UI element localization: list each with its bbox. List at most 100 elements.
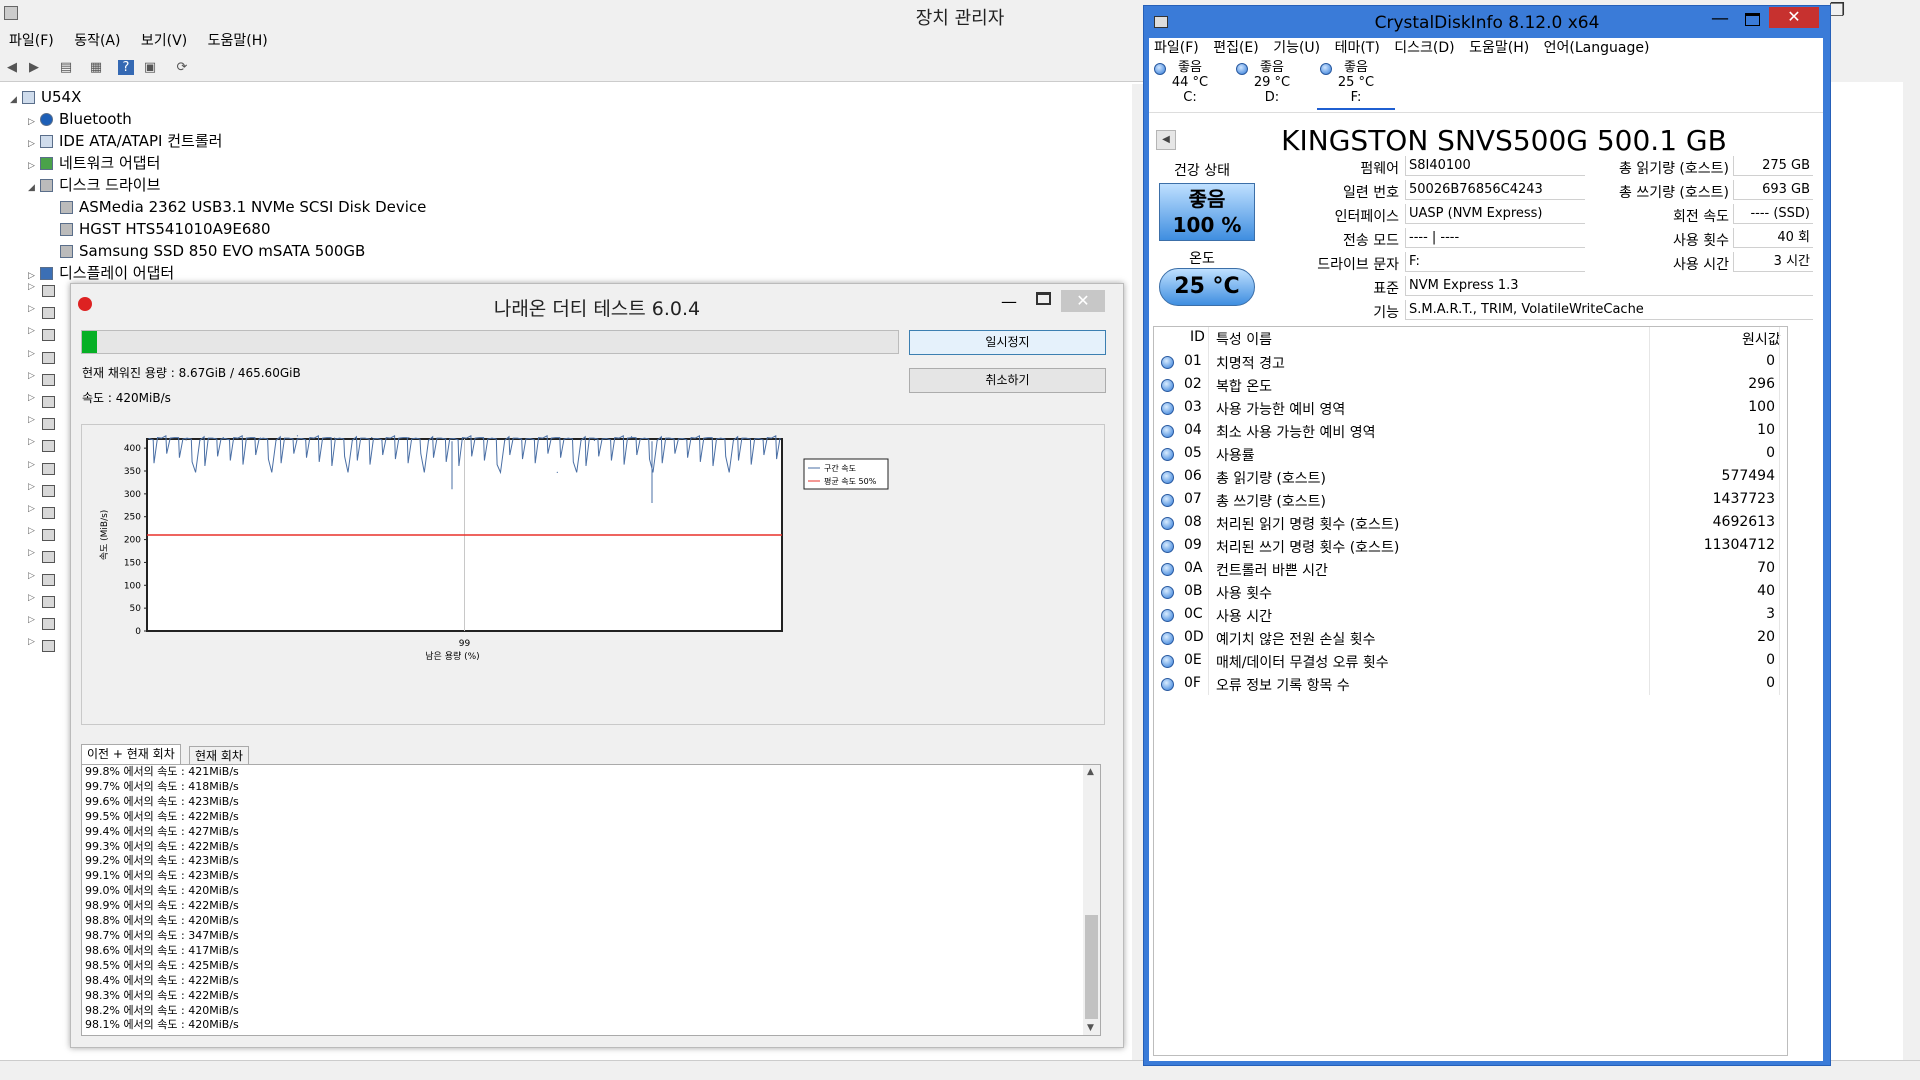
table-row[interactable]: 0A 컨트롤러 바쁜 시간 70 — [1154, 558, 1787, 581]
column-raw[interactable]: 원시값 — [1742, 329, 1781, 349]
audio-icon[interactable]: ▷ — [28, 371, 55, 389]
firmware-value: S8I40100 — [1405, 156, 1585, 176]
data-point — [408, 437, 410, 439]
maximize-icon[interactable] — [1036, 292, 1051, 305]
speaker-icon[interactable]: ▷ — [28, 437, 55, 455]
minimize-icon[interactable]: — — [1711, 8, 1729, 29]
mouse-icon — [42, 351, 55, 364]
processor-icon[interactable]: ▷ — [28, 571, 55, 589]
menu-theme[interactable]: 테마(T) — [1330, 38, 1385, 58]
monitor-icon — [42, 307, 55, 320]
storage-icon[interactable]: ▷ — [28, 460, 55, 478]
disk-item[interactable]: HGST HTS541010A9E680 — [60, 218, 271, 240]
tree-node-display[interactable]: ▷ 디스플레이 어댑터 — [28, 262, 174, 284]
battery-icon[interactable]: ▷ — [28, 393, 55, 411]
table-row[interactable]: 08 처리된 읽기 명령 횟수 (호스트) 4692613 — [1154, 512, 1787, 535]
data-point — [222, 437, 224, 439]
health-status-button[interactable]: 좋음 100 % — [1159, 183, 1255, 241]
scroll-up-icon[interactable]: ▲ — [1087, 767, 1094, 777]
forward-arrow-icon[interactable]: ▶ — [26, 60, 42, 75]
drive-f-button[interactable]: 좋음 25 °C F: — [1317, 60, 1395, 110]
network-icon[interactable]: ▷ — [28, 326, 55, 344]
back-arrow-icon[interactable]: ◀ — [4, 60, 20, 75]
cancel-button[interactable]: 취소하기 — [909, 368, 1106, 393]
scroll-thumb[interactable] — [1085, 915, 1098, 1019]
update-driver-icon[interactable]: ⟳ — [174, 60, 190, 75]
table-row[interactable]: 0B 사용 횟수 40 — [1154, 581, 1787, 604]
usb-icon[interactable]: ▷ — [28, 504, 55, 522]
menu-edit[interactable]: 편집(E) — [1208, 38, 1264, 58]
menu-function[interactable]: 기능(U) — [1268, 38, 1325, 58]
table-row[interactable]: 0C 사용 시간 3 — [1154, 604, 1787, 627]
expand-icon[interactable]: ◢ — [10, 89, 22, 111]
features-label: 기능 — [1373, 305, 1399, 321]
fill-progress-bar — [81, 330, 899, 354]
tab-all-rounds[interactable]: 이전 + 현재 회차 — [81, 744, 181, 764]
table-row[interactable]: 03 사용 가능한 예비 영역 100 — [1154, 397, 1787, 420]
menu-language[interactable]: 언어(Language) — [1539, 38, 1655, 58]
table-row[interactable]: 0D 예기치 않은 전원 손실 횟수 20 — [1154, 627, 1787, 650]
table-row[interactable]: 0E 매체/데이터 무결성 오류 횟수 0 — [1154, 650, 1787, 673]
menu-help[interactable]: 도움말(H) — [201, 30, 275, 52]
temperature-button[interactable]: 25 °C — [1159, 268, 1255, 306]
menu-file[interactable]: 파일(F) — [1149, 38, 1204, 58]
tree-root[interactable]: ◢ U54X — [10, 86, 81, 108]
pause-button[interactable]: 일시정지 — [909, 330, 1106, 355]
hid-icon[interactable]: ▷ — [28, 637, 55, 655]
column-id[interactable]: ID — [1190, 329, 1205, 345]
scan-icon[interactable]: ▦ — [88, 60, 104, 75]
tree-node-network[interactable]: ▷ 네트워크 어댑터 — [28, 152, 160, 174]
help-icon[interactable]: ? — [118, 60, 134, 75]
previous-disk-button[interactable]: ◀ — [1156, 130, 1176, 150]
monitor-icon[interactable]: ▷ — [28, 304, 55, 322]
cdi-body: 파일(F) 편집(E) 기능(U) 테마(T) 디스크(D) 도움말(H) 언어… — [1149, 38, 1823, 1061]
log-line: 99.5% 에서의 속도 : 422MiB/s — [85, 809, 239, 823]
mouse-icon[interactable]: ▷ — [28, 349, 55, 367]
close-icon[interactable]: ✕ — [1769, 7, 1819, 28]
background-scrollbar[interactable] — [1903, 82, 1920, 1060]
total-reads-label: 총 읽기량 (호스트) — [1619, 161, 1729, 177]
table-row[interactable]: 0F 오류 정보 기록 항목 수0 — [1154, 673, 1787, 696]
camera-icon[interactable]: ▷ — [28, 282, 55, 300]
table-row[interactable]: 07 총 쓰기량 (호스트) 1437723 — [1154, 489, 1787, 512]
speed-log-list[interactable]: 99.8% 에서의 속도 : 421MiB/s 99.7% 에서의 속도 : 41… — [81, 764, 1101, 1036]
close-icon[interactable]: ✕ — [1061, 290, 1105, 312]
minimize-icon[interactable]: — — [1001, 292, 1017, 311]
table-row[interactable]: 04 최소 사용 가능한 예비 영역 10 — [1154, 420, 1787, 443]
maximize-icon[interactable] — [1745, 13, 1760, 26]
menu-action[interactable]: 동작(A) — [67, 30, 127, 52]
menu-disk[interactable]: 디스크(D) — [1389, 38, 1459, 58]
table-row[interactable]: 02 복합 온도 296 — [1154, 374, 1787, 397]
properties-icon[interactable]: ▤ — [58, 60, 74, 75]
menu-view[interactable]: 보기(V) — [134, 30, 194, 52]
menu-help[interactable]: 도움말(H) — [1464, 38, 1534, 58]
restore-icon[interactable]: ❐ — [1829, 0, 1845, 21]
printer-icon[interactable]: ▷ — [28, 593, 55, 611]
disk-item[interactable]: Samsung SSD 850 EVO mSATA 500GB — [60, 240, 365, 262]
log-scrollbar[interactable]: ▲ ▼ — [1083, 765, 1100, 1035]
keyboard-icon[interactable]: ▷ — [28, 548, 55, 566]
power-hours-value: 3 시간 — [1733, 252, 1813, 272]
disk-item[interactable]: ASMedia 2362 USB3.1 NVMe SCSI Disk Devic… — [60, 196, 426, 218]
system-icon[interactable]: ▷ — [28, 615, 55, 633]
printer-icon[interactable]: ▷ — [28, 482, 55, 500]
computer-icon[interactable]: ▷ — [28, 415, 55, 433]
expand-icon[interactable]: ◢ — [28, 177, 40, 199]
attr-raw: 70 — [1757, 560, 1775, 576]
drive-c-button[interactable]: 좋음 44 °C C: — [1151, 60, 1229, 110]
drive-d-button[interactable]: 좋음 29 °C D: — [1233, 60, 1311, 110]
table-row[interactable]: 01 치명적 경고 0 — [1154, 351, 1787, 374]
monitor-icon[interactable]: ▷ — [28, 526, 55, 544]
scroll-down-icon[interactable]: ▼ — [1087, 1023, 1094, 1033]
tree-node-ide[interactable]: ▷ IDE ATA/ATAPI 컨트롤러 — [28, 130, 222, 152]
table-row[interactable]: 06 총 읽기량 (호스트) 577494 — [1154, 466, 1787, 489]
tab-current-round[interactable]: 현재 회차 — [189, 746, 249, 764]
menu-file[interactable]: 파일(F) — [2, 30, 61, 52]
menu-bar: 파일(F) 동작(A) 보기(V) 도움말(H) — [0, 30, 1150, 52]
table-row[interactable]: 09 처리된 쓰기 명령 횟수 (호스트) 11304712 — [1154, 535, 1787, 558]
column-name[interactable]: 특성 이름 — [1216, 329, 1272, 349]
tree-node-disk-drives[interactable]: ◢ 디스크 드라이브 — [28, 174, 160, 196]
show-devices-icon[interactable]: ▣ — [142, 60, 158, 75]
table-row[interactable]: 05 사용률 0 — [1154, 443, 1787, 466]
tree-node-bluetooth[interactable]: ▷ Bluetooth — [28, 108, 132, 130]
